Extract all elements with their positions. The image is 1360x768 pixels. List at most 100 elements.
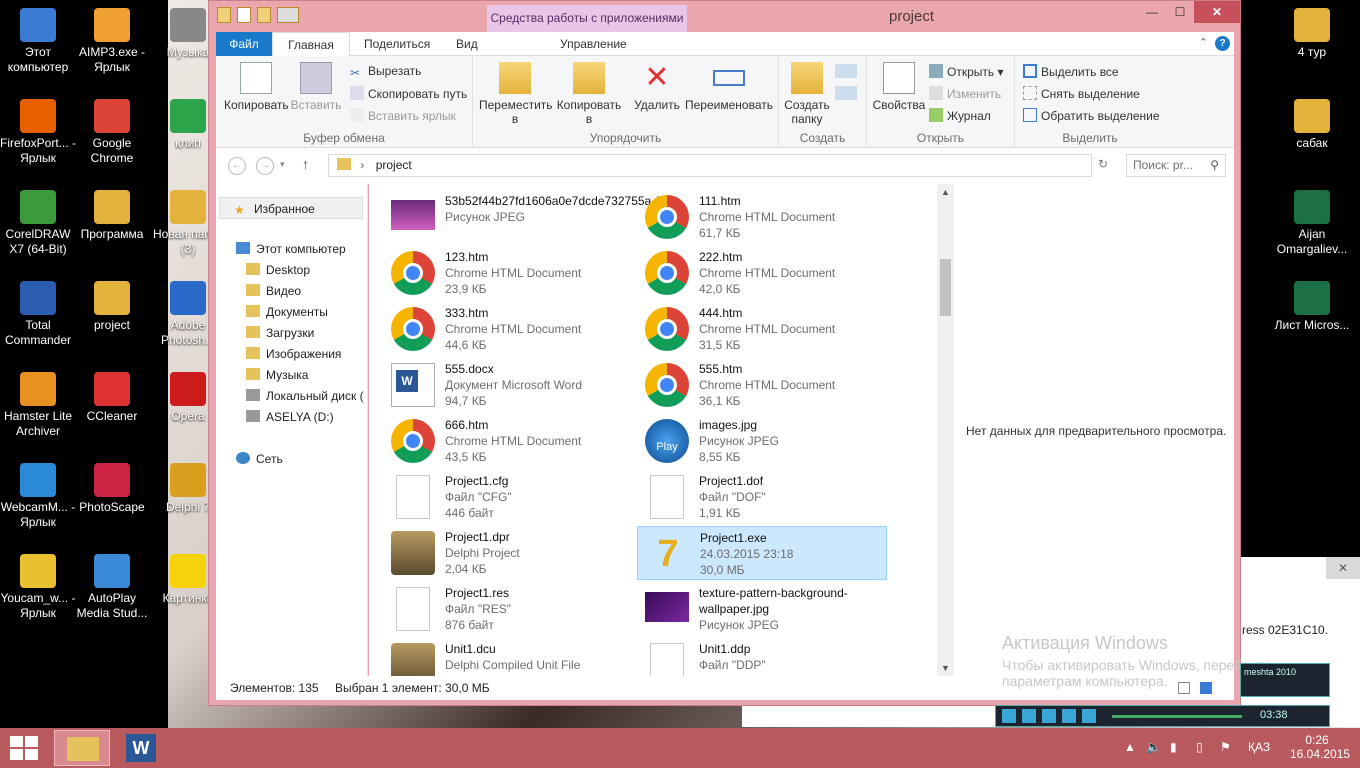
language-indicator[interactable]: ҚАЗ bbox=[1248, 740, 1270, 754]
copy-button[interactable]: Копировать bbox=[224, 62, 289, 112]
scroll-thumb[interactable] bbox=[940, 259, 951, 316]
desktop-icon[interactable]: CCleaner bbox=[74, 372, 150, 424]
play-icon[interactable] bbox=[1002, 709, 1016, 723]
open-button[interactable]: Открыть ▾ bbox=[929, 64, 1004, 79]
tab-file[interactable]: Файл bbox=[216, 32, 272, 56]
cut-button[interactable]: ✂ Вырезать bbox=[350, 64, 421, 80]
tab-home[interactable]: Главная bbox=[272, 32, 350, 57]
battery-icon[interactable]: ▯ bbox=[1196, 740, 1203, 754]
desktop-icon[interactable]: Youcam_w... - Ярлык bbox=[0, 554, 76, 621]
file-item[interactable]: texture-pattern-background-wallpaper.jpg… bbox=[637, 582, 887, 636]
file-item[interactable]: 666.htm Chrome HTML Document 43,5 КБ bbox=[383, 414, 633, 468]
up-arrow-icon[interactable]: ↑ bbox=[302, 156, 309, 172]
file-item[interactable]: Project1.dpr Delphi Project 2,04 КБ bbox=[383, 526, 633, 580]
pause-icon[interactable] bbox=[1022, 709, 1036, 723]
scroll-down-icon[interactable]: ▼ bbox=[941, 663, 950, 673]
flag-icon[interactable]: ⚑ bbox=[1220, 740, 1231, 754]
desktop-icon[interactable]: Программа bbox=[74, 190, 150, 242]
nav-item[interactable]: Загрузки bbox=[246, 323, 314, 343]
desktop-icon[interactable]: Этот компьютер bbox=[0, 8, 76, 75]
taskbar-explorer[interactable] bbox=[54, 730, 110, 766]
help-icon[interactable]: ? bbox=[1215, 36, 1230, 51]
nav-this-pc[interactable]: Этот компьютер bbox=[236, 239, 346, 259]
nav-item[interactable]: ASELYA (D:) bbox=[246, 407, 334, 427]
minimize-button[interactable]: — bbox=[1138, 1, 1166, 23]
new-folder-icon[interactable] bbox=[257, 7, 271, 23]
desktop-icon[interactable]: Total Commander bbox=[0, 281, 76, 348]
select-none-button[interactable]: Снять выделение bbox=[1023, 86, 1140, 101]
copy-path-button[interactable]: Скопировать путь bbox=[350, 86, 467, 101]
stop-icon[interactable] bbox=[1082, 709, 1096, 723]
move-to-button[interactable]: Переместить в bbox=[479, 62, 553, 126]
folder-icon[interactable] bbox=[217, 7, 231, 23]
nav-item[interactable]: Изображения bbox=[246, 344, 341, 364]
taskbar-word[interactable]: W bbox=[114, 730, 170, 766]
nav-item[interactable]: Музыка bbox=[246, 365, 308, 385]
nav-favorites[interactable]: ★ Избранное bbox=[219, 197, 363, 219]
search-input[interactable]: Поиск: pr... ⚲ bbox=[1126, 154, 1226, 177]
desktop-icon[interactable]: 4 тур bbox=[1274, 8, 1350, 60]
tab-share[interactable]: Поделиться bbox=[354, 32, 440, 56]
file-item[interactable]: W 555.docx Документ Microsoft Word 94,7 КБ bbox=[383, 358, 633, 412]
tab-view[interactable]: Вид bbox=[446, 32, 488, 56]
desktop-icon[interactable]: AutoPlay Media Stud... bbox=[74, 554, 150, 621]
back-button[interactable]: ← bbox=[228, 157, 246, 175]
desktop-icon[interactable]: CorelDRAW X7 (64-Bit) bbox=[0, 190, 76, 257]
file-item[interactable]: Unit1.ddp Файл "DDP" bbox=[637, 638, 887, 676]
nav-item[interactable]: Desktop bbox=[246, 260, 310, 280]
file-item[interactable]: 7 Project1.exe 24.03.2015 23:18 30,0 МБ bbox=[637, 526, 887, 580]
clock[interactable]: 0:26 16.04.2015 bbox=[1290, 733, 1350, 761]
rename-button[interactable]: Переименовать bbox=[683, 62, 775, 112]
desktop-icon[interactable]: project bbox=[74, 281, 150, 333]
nav-item[interactable]: Видео bbox=[246, 281, 301, 301]
file-item[interactable]: 53b52f44b27fd1606a0e7dcde732755a.JPG Рису… bbox=[383, 190, 678, 244]
nav-network[interactable]: Сеть bbox=[236, 449, 283, 469]
new-item-icon[interactable] bbox=[835, 64, 857, 78]
scroll-up-icon[interactable]: ▲ bbox=[941, 187, 950, 197]
file-item[interactable]: 555.htm Chrome HTML Document 36,1 КБ bbox=[637, 358, 887, 412]
edit-button[interactable]: Изменить bbox=[929, 86, 1001, 101]
close-icon[interactable]: ✕ bbox=[1326, 557, 1360, 579]
desktop-icon[interactable]: AIMP3.exe - Ярлык bbox=[74, 8, 150, 75]
history-button[interactable]: Журнал bbox=[929, 108, 991, 123]
easy-access-icon[interactable] bbox=[835, 86, 857, 100]
file-item[interactable]: 222.htm Chrome HTML Document 42,0 КБ bbox=[637, 246, 887, 300]
next-icon[interactable] bbox=[1062, 709, 1076, 723]
network-signal-icon[interactable]: ▮ bbox=[1170, 740, 1177, 754]
file-item[interactable]: Unit1.dcu Delphi Compiled Unit File bbox=[383, 638, 633, 676]
volume-icon[interactable]: 🔈 bbox=[1146, 740, 1161, 754]
invert-selection-button[interactable]: Обратить выделение bbox=[1023, 108, 1160, 123]
nav-item[interactable]: Документы bbox=[246, 302, 328, 322]
refresh-icon[interactable]: ↻ bbox=[1098, 157, 1108, 171]
file-item[interactable]: 111.htm Chrome HTML Document 61,7 КБ bbox=[637, 190, 887, 244]
player-mini-window[interactable]: meshta 2010 bbox=[1240, 663, 1330, 697]
paste-button[interactable]: Вставить bbox=[288, 62, 344, 112]
delete-button[interactable]: ✕ Удалить bbox=[629, 62, 685, 113]
tray-arrow-icon[interactable]: ▲ bbox=[1124, 740, 1136, 754]
paste-shortcut-button[interactable]: Вставить ярлык bbox=[350, 108, 456, 123]
properties-button[interactable]: Свойства bbox=[871, 62, 927, 112]
desktop-icon[interactable]: PhotoScape bbox=[74, 463, 150, 515]
desktop-icon[interactable]: Hamster Lite Archiver bbox=[0, 372, 76, 439]
desktop-icon[interactable]: Лист Micros... bbox=[1274, 281, 1350, 333]
properties-icon[interactable] bbox=[237, 7, 251, 23]
file-item[interactable]: 333.htm Chrome HTML Document 44,6 КБ bbox=[383, 302, 633, 356]
chevron-up-icon[interactable]: ⌃ bbox=[1199, 36, 1208, 49]
scrollbar[interactable]: ▲ ▼ bbox=[937, 184, 954, 676]
progress-slider[interactable] bbox=[1112, 715, 1242, 718]
file-item[interactable]: Project1.res Файл "RES" 876 байт bbox=[383, 582, 633, 636]
prev-icon[interactable] bbox=[1042, 709, 1056, 723]
start-button[interactable] bbox=[10, 736, 38, 760]
customize-icon[interactable] bbox=[277, 7, 299, 23]
file-item[interactable]: 123.htm Chrome HTML Document 23,9 КБ bbox=[383, 246, 633, 300]
new-folder-button[interactable]: Создать папку bbox=[783, 62, 831, 126]
file-item[interactable]: Project1.dof Файл "DOF" 1,91 КБ bbox=[637, 470, 887, 524]
forward-button[interactable]: → bbox=[256, 157, 274, 175]
copy-to-button[interactable]: Копировать в bbox=[553, 62, 625, 126]
title-bar[interactable]: Средства работы с приложениями project —… bbox=[209, 1, 1240, 32]
desktop-icon[interactable]: Aijan Omargaliev... bbox=[1274, 190, 1350, 257]
file-item[interactable]: 444.htm Chrome HTML Document 31,5 КБ bbox=[637, 302, 887, 356]
tab-manage[interactable]: Управление bbox=[550, 32, 637, 56]
close-button[interactable]: ✕ bbox=[1194, 1, 1240, 23]
file-item[interactable]: Play images.jpg Рисунок JPEG 8,55 КБ bbox=[637, 414, 887, 468]
